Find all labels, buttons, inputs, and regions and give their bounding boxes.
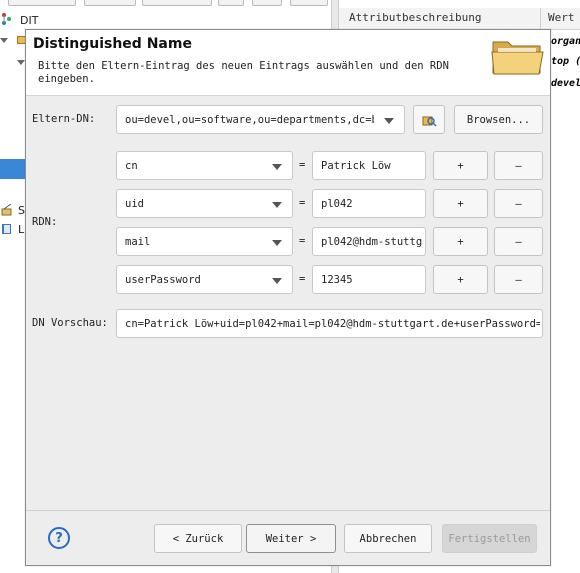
tree-node-icon [2,13,11,25]
chevron-down-icon[interactable] [272,240,282,246]
rdn-value-field[interactable]: 12345 [312,265,426,294]
rdn-value-text: Patrick Löw [321,160,391,172]
rdn-value-text: pl042@hdm-stuttga [321,236,423,248]
rdn-value-field[interactable]: pl042@hdm-stuttga [312,227,426,256]
dialog-description: Bitte den Eltern-Eintrag des neuen Eintr… [38,60,449,85]
remove-rdn-button[interactable]: – [494,265,543,294]
remove-rdn-button[interactable]: – [494,227,543,256]
browse-button[interactable]: Browsen... [454,105,543,134]
dn-preview-label: DN Vorschau: [32,317,108,329]
chevron-down-icon[interactable] [272,164,282,170]
folder-icon [491,41,544,75]
rdn-value-field[interactable]: Patrick Löw [312,151,426,180]
tree-selected-row[interactable] [0,159,26,179]
new-entry-dialog: Distinguished Name Bitte den Eltern-Eint… [25,29,551,566]
rdn-attribute-combo[interactable]: cn [116,151,293,180]
entry-picker-icon [422,116,437,127]
finish-button[interactable]: Fertigstellen [442,524,537,553]
rdn-value-text: pl042 [321,198,353,210]
remove-rdn-button[interactable]: – [494,189,543,218]
tree-entry-label[interactable]: S [18,204,25,217]
parent-dn-value: ou=devel,ou=software,ou=departments,dc=b… [125,114,374,126]
column-header-attribute[interactable]: Attributbeschreibung [349,11,481,24]
parent-dn-label: Eltern-DN: [32,113,96,125]
toolbar-button[interactable] [142,0,212,6]
chevron-down-icon[interactable] [384,118,394,124]
dn-preview-value: cn=Patrick Löw+uid=pl042+mail=pl042@hdm-… [125,318,540,330]
rdn-attribute-value: userPassword [125,274,201,286]
chevron-down-icon[interactable] [272,202,282,208]
toolbar-button[interactable] [8,0,76,6]
equals-sign: = [299,273,306,285]
toolbar-button[interactable] [218,0,244,6]
equals-sign: = [299,197,306,209]
rdn-value-field[interactable]: pl042 [312,189,426,218]
toolbar-button[interactable] [252,0,282,6]
toolbar-button[interactable] [84,0,136,6]
toolbar-button[interactable] [290,0,328,6]
add-rdn-button[interactable]: + [433,227,488,256]
dialog-title: Distinguished Name [33,36,192,52]
help-icon[interactable]: ? [48,527,70,549]
rdn-attribute-combo[interactable]: userPassword [116,265,293,294]
dialog-header: Distinguished Name Bitte den Eltern-Eint… [26,30,550,96]
equals-sign: = [299,235,306,247]
column-header-value[interactable]: Wert [548,11,575,24]
tree-entry-icon [1,203,12,216]
add-rdn-button[interactable]: + [433,151,488,180]
rdn-attribute-combo[interactable]: uid [116,189,293,218]
back-button[interactable]: < Zurück [154,524,242,553]
dn-preview-field[interactable]: cn=Patrick Löw+uid=pl042+mail=pl042@hdm-… [116,309,543,338]
add-rdn-button[interactable]: + [433,189,488,218]
rdn-attribute-value: uid [125,198,144,210]
column-separator[interactable] [540,8,541,30]
chevron-down-icon[interactable] [272,278,282,284]
add-rdn-button[interactable]: + [433,265,488,294]
table-value-cell[interactable]: devel [551,78,580,89]
table-value-cell[interactable]: organ [551,36,580,47]
table-value-cell[interactable]: top ( [551,56,580,67]
attribute-table-header: Attributbeschreibung Wert [339,8,580,30]
rdn-attribute-combo[interactable]: mail [116,227,293,256]
next-button[interactable]: Weiter > [246,524,336,553]
tree-entry-label[interactable]: L [18,223,24,236]
rdn-value-text: 12345 [321,274,353,286]
cancel-button[interactable]: Abbrechen [344,524,432,553]
parent-dn-combo[interactable]: ou=devel,ou=software,ou=departments,dc=b… [116,105,405,134]
tree-expand-arrow-icon[interactable] [17,60,25,65]
tree-book-icon [2,224,11,234]
rdn-attribute-value: cn [125,160,138,172]
remove-rdn-button[interactable]: – [494,151,543,180]
rdn-attribute-value: mail [125,236,151,248]
equals-sign: = [299,159,306,171]
footer-divider [26,510,550,511]
rdn-label: RDN: [32,216,58,228]
entry-picker-button[interactable] [413,105,445,134]
tree-expand-arrow-icon[interactable] [0,38,8,43]
tree-root-label[interactable]: DIT [20,14,38,27]
